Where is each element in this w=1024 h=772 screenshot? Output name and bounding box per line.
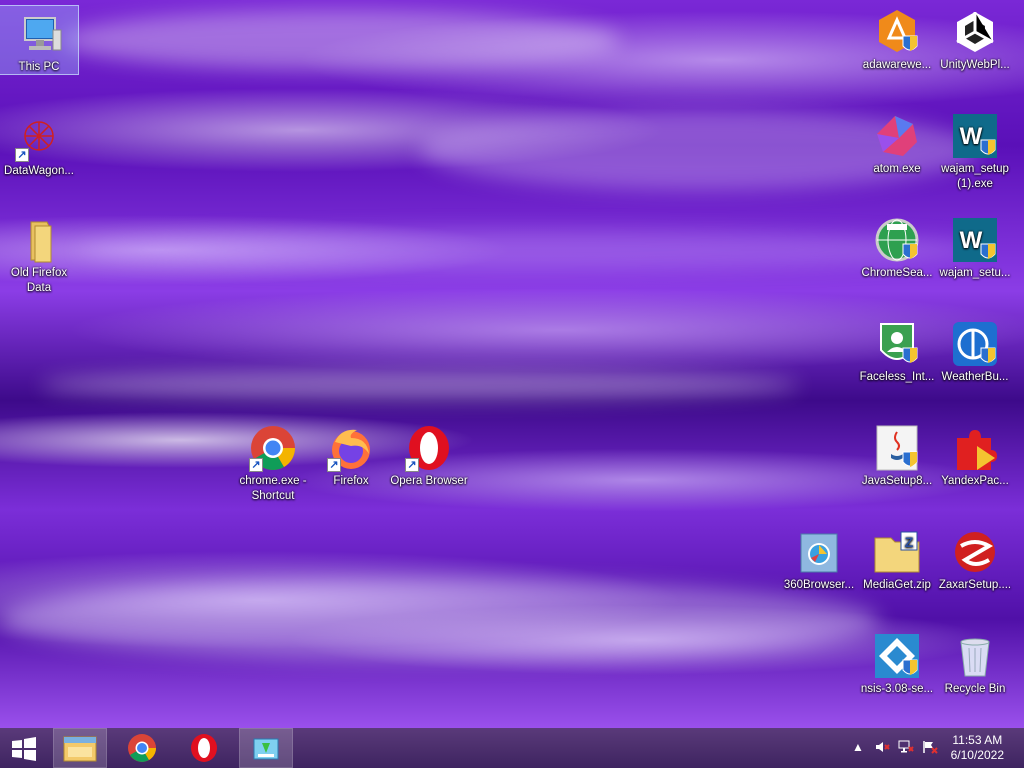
desktop-icon-360browser[interactable]: 360Browser... [780, 524, 858, 593]
desktop-icon-label: DataWagon... [4, 165, 74, 177]
desktop-icon-wajam-setup-2[interactable]: W wajam_setu... [936, 212, 1014, 281]
desktop-icon-label: 360Browser... [783, 579, 855, 591]
desktop-icon-adawarewe[interactable]: adawarewe... [858, 4, 936, 73]
chrome-icon [128, 734, 156, 762]
svg-text:W: W [960, 123, 983, 150]
installer-box-icon [795, 528, 843, 576]
taskbar-file-explorer[interactable] [53, 728, 107, 768]
desktop-icon-zaxarsetup[interactable]: ZaxarSetup.... [936, 524, 1014, 593]
desktop-icon-yandexpack[interactable]: YandexPac... [936, 420, 1014, 489]
installer-window-icon [253, 738, 279, 760]
opera-icon [191, 734, 217, 762]
desktop-icon-this-pc[interactable]: This PC [0, 5, 79, 75]
globe-icon [873, 216, 921, 264]
desktop-icon-label: adawarewe... [862, 59, 932, 71]
recycle-bin-icon [951, 632, 999, 680]
desktop-icon-datawagon[interactable]: ↗ DataWagon... [0, 110, 78, 179]
unity-icon [951, 8, 999, 56]
desktop-icon-label: This PC [18, 61, 60, 73]
clock-date: 6/10/2022 [950, 748, 1004, 762]
adaware-icon [873, 8, 921, 56]
clock-time: 11:53 AM [952, 733, 1003, 747]
desktop-icon-firefox[interactable]: ↗ Firefox [312, 420, 390, 489]
taskbar-chrome[interactable] [116, 729, 168, 767]
desktop-icon-label: JavaSetup8... [861, 475, 933, 487]
java-icon [873, 424, 921, 472]
desktop-icon-label: chrome.exe - Shortcut [239, 475, 307, 502]
volume-muted-icon[interactable] [874, 740, 890, 757]
desktop[interactable]: This PC ↗ DataWagon... Old Firefox Data … [0, 0, 1024, 728]
wajam-icon: W [951, 216, 999, 264]
opera-icon: ↗ [405, 424, 453, 472]
desktop-icon-label: nsis-3.08-se... [860, 683, 934, 695]
svg-text:Z: Z [905, 534, 914, 550]
desktop-icon-recycle-bin[interactable]: Recycle Bin [936, 628, 1014, 697]
taskbar-installer[interactable] [239, 728, 293, 768]
action-center-flag-icon[interactable] [922, 740, 938, 757]
taskbar: ▲ 11:53 AM 6/10/2022 [0, 728, 1024, 768]
firefox-icon: ↗ [327, 424, 375, 472]
desktop-icon-label: atom.exe [873, 163, 921, 175]
faceless-icon [873, 320, 921, 368]
desktop-icon-label: UnityWebPl... [940, 59, 1010, 71]
desktop-icon-old-firefox-data[interactable]: Old Firefox Data [0, 212, 78, 296]
zip-folder-icon: Z [873, 528, 921, 576]
desktop-icon-opera[interactable]: ↗ Opera Browser [390, 420, 468, 489]
system-clock[interactable]: 11:53 AM 6/10/2022 [951, 733, 1004, 763]
desktop-icon-label: Old Firefox Data [10, 267, 68, 294]
desktop-icon-weatherbug[interactable]: WeatherBu... [936, 316, 1014, 385]
desktop-icon-label: wajam_setu... [939, 267, 1011, 279]
shortcut-arrow-icon: ↗ [327, 458, 341, 472]
shortcut-arrow-icon: ↗ [15, 148, 29, 162]
computer-icon [15, 10, 63, 58]
svg-text:W: W [960, 227, 983, 254]
desktop-icon-label: ChromeSea... [861, 267, 933, 279]
wajam-icon: W [951, 112, 999, 160]
desktop-icon-nsis[interactable]: nsis-3.08-se... [858, 628, 936, 697]
desktop-icon-label: Recycle Bin [944, 683, 1006, 695]
desktop-icon-chromesea[interactable]: ChromeSea... [858, 212, 936, 281]
desktop-icon-label: YandexPac... [941, 475, 1009, 487]
windows-logo-icon [12, 737, 36, 761]
desktop-icon-label: ZaxarSetup.... [938, 579, 1012, 591]
atom-icon [873, 112, 921, 160]
desktop-icon-wajam-setup-1[interactable]: W wajam_setup (1).exe [936, 108, 1014, 192]
shortcut-arrow-icon: ↗ [249, 458, 263, 472]
datawagon-icon: ↗ [15, 114, 63, 162]
file-explorer-icon [63, 736, 97, 762]
network-icon[interactable] [898, 740, 914, 757]
desktop-icon-label: MediaGet.zip [863, 579, 931, 591]
desktop-icon-label: Faceless_Int... [859, 371, 935, 383]
desktop-icon-label: wajam_setup (1).exe [941, 163, 1009, 190]
desktop-icon-atom[interactable]: atom.exe [858, 108, 936, 177]
shortcut-arrow-icon: ↗ [405, 458, 419, 472]
desktop-icon-mediaget-zip[interactable]: Z MediaGet.zip [858, 524, 936, 593]
desktop-icon-label: Firefox [333, 475, 369, 487]
start-button[interactable] [0, 729, 48, 767]
nsis-icon [873, 632, 921, 680]
show-hidden-icons-button[interactable]: ▲ [852, 740, 864, 754]
desktop-icon-faceless[interactable]: Faceless_Int... [858, 316, 936, 385]
desktop-icon-unitywebplayer[interactable]: UnityWebPl... [936, 4, 1014, 73]
desktop-icon-javasetup[interactable]: JavaSetup8... [858, 420, 936, 489]
folder-icon [15, 216, 63, 264]
chrome-icon: ↗ [249, 424, 297, 472]
desktop-icon-chrome-shortcut[interactable]: ↗ chrome.exe - Shortcut [234, 420, 312, 504]
taskbar-opera[interactable] [178, 729, 230, 767]
yandex-puzzle-icon [951, 424, 999, 472]
weatherbug-icon [951, 320, 999, 368]
desktop-icon-label: Opera Browser [390, 475, 468, 487]
zaxar-icon [951, 528, 999, 576]
desktop-icon-label: WeatherBu... [941, 371, 1009, 383]
